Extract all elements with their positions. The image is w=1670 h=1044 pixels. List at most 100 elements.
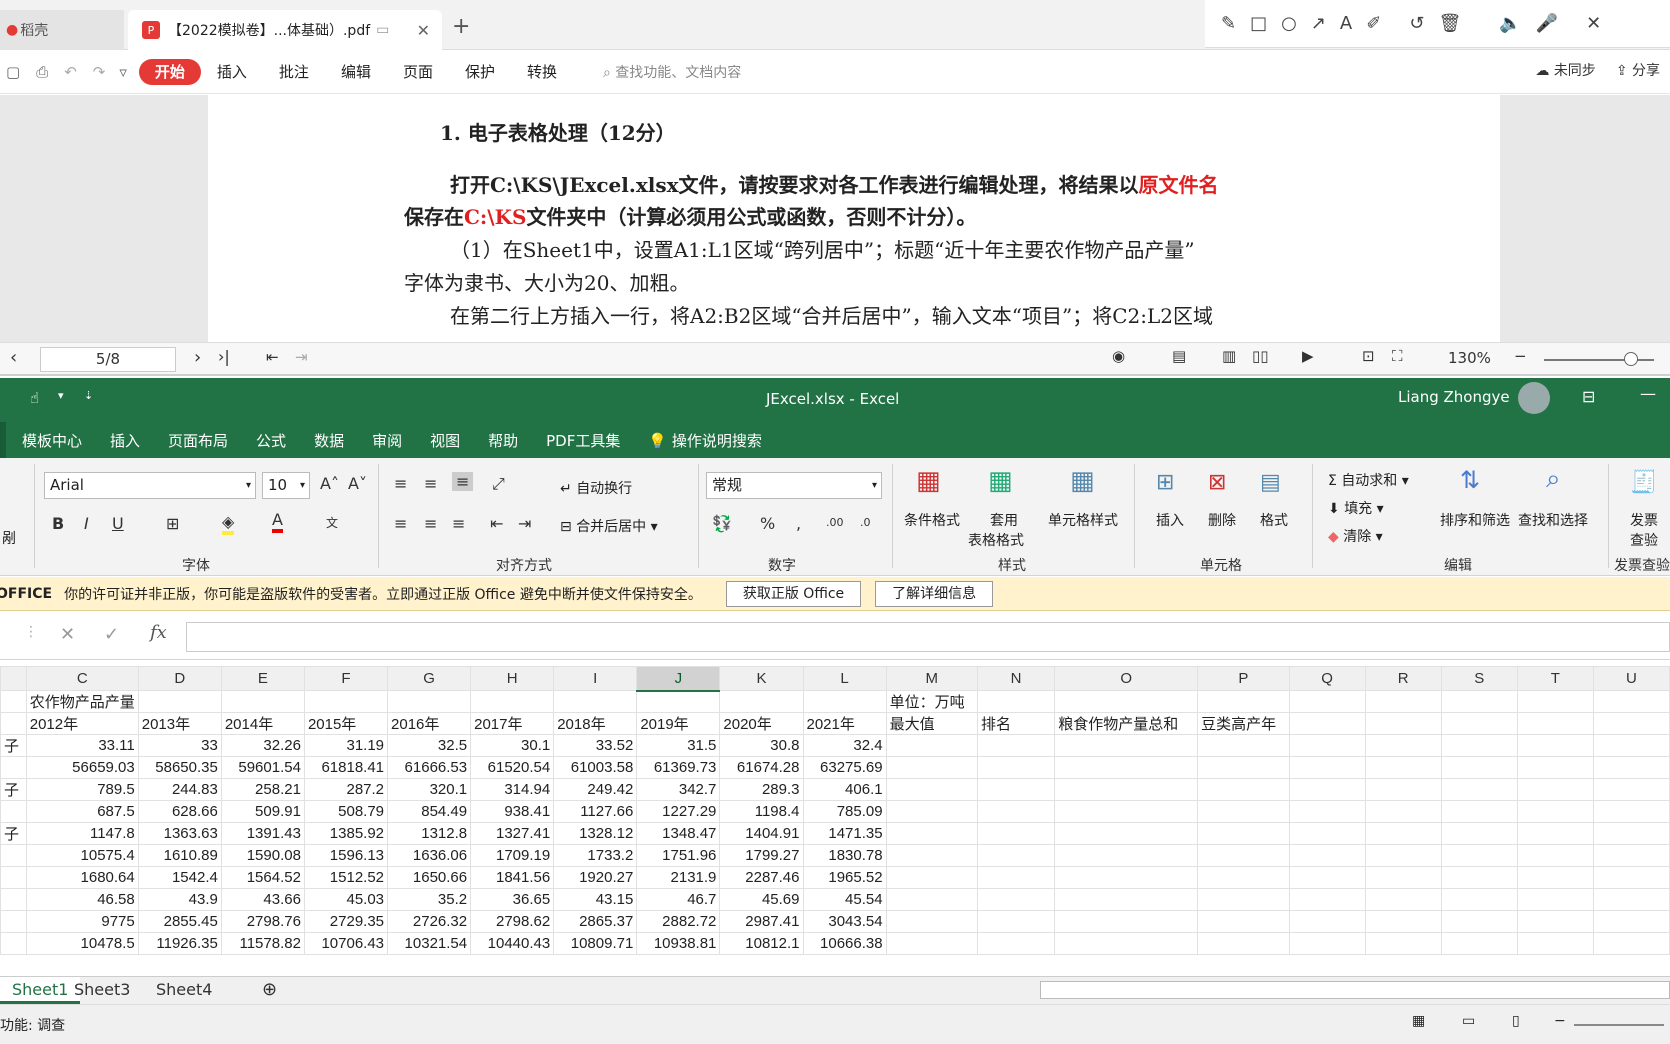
cell-P11[interactable] [1197,910,1290,933]
cell-H8[interactable]: 1709.19 [470,844,555,867]
cell-L2[interactable]: 2021年 [802,712,887,735]
cell-S1[interactable] [1440,690,1518,713]
cell-D4[interactable]: 58650.35 [137,756,222,779]
increase-indent-icon[interactable]: ⇥ [518,514,531,533]
cell-K6[interactable]: 1198.4 [719,800,804,823]
increase-decimal-icon[interactable]: .00 [826,516,844,529]
cell-T5[interactable] [1516,778,1594,801]
enter-icon[interactable]: ✓ [104,624,119,645]
arrow-icon[interactable]: ↗ [1311,13,1326,34]
cell-H6[interactable]: 938.41 [470,800,555,823]
cell-I8[interactable]: 1733.2 [553,844,638,867]
new-tab-button[interactable]: + [452,14,470,39]
cell-J5[interactable]: 342.7 [636,778,721,801]
cell-L7[interactable]: 1471.35 [802,822,887,845]
cell-R9[interactable] [1364,866,1442,889]
currency-icon[interactable]: 💱 [712,514,732,533]
cell-I7[interactable]: 1328.12 [553,822,638,845]
italic-icon[interactable]: I [84,514,89,533]
cell-C4[interactable]: 56659.03 [25,756,139,779]
row-prefix-cell[interactable] [0,800,27,823]
cell-E3[interactable]: 32.26 [220,734,305,757]
cell-I12[interactable]: 10809.71 [553,932,638,955]
last-page-icon[interactable]: ›| [218,347,230,366]
cell-D11[interactable]: 2855.45 [137,910,222,933]
cell-H1[interactable] [470,690,555,713]
cell-O1[interactable] [1054,690,1199,713]
cell-M12[interactable] [885,932,978,955]
cancel-icon[interactable]: ✕ [60,624,75,645]
cell-S6[interactable] [1440,800,1518,823]
cell-R4[interactable] [1364,756,1442,779]
cell-U12[interactable] [1592,932,1670,955]
cell-R10[interactable] [1364,888,1442,911]
tab-daoke[interactable]: ● 稻壳 [0,10,124,50]
cell-U3[interactable] [1592,734,1670,757]
cell-F12[interactable]: 10706.43 [303,932,389,955]
get-genuine-office-button[interactable]: 获取正版 Office [725,580,862,607]
row-prefix-cell[interactable]: 子 [0,822,27,845]
cell-J1[interactable] [636,690,721,713]
cell-Q10[interactable] [1288,888,1366,911]
cell-P8[interactable] [1197,844,1290,867]
cell-O6[interactable] [1054,800,1199,823]
cell-S10[interactable] [1440,888,1518,911]
cell-I9[interactable]: 1920.27 [553,866,638,889]
invoice-label-b[interactable]: 查验 [1630,530,1658,550]
cell-N7[interactable] [976,822,1056,845]
cell-U7[interactable] [1592,822,1670,845]
cell-J3[interactable]: 31.5 [636,734,721,757]
align-top-icon[interactable]: ≡ [394,474,407,493]
cell-M2[interactable]: 最大值 [885,712,978,735]
cell-E1[interactable] [220,690,305,713]
cell-M3[interactable] [885,734,978,757]
autosum-button[interactable]: Σ 自动求和 ▾ [1328,470,1409,490]
cell-C8[interactable]: 10575.4 [25,844,139,867]
undo-icon[interactable]: ↺ [1409,13,1424,34]
cell-R2[interactable] [1364,712,1442,735]
cell-H11[interactable]: 2798.62 [470,910,555,933]
align-right-icon[interactable]: ≡ [452,514,465,533]
close-tab-icon[interactable]: ✕ [417,21,430,40]
cell-T8[interactable] [1516,844,1594,867]
cell-D6[interactable]: 628.66 [137,800,222,823]
cell-D3[interactable]: 33 [137,734,222,757]
sheet-tab-sheet3[interactable]: Sheet3 [62,977,142,1004]
column-header-S[interactable]: S [1440,666,1518,691]
cell-I4[interactable]: 61003.58 [553,756,638,779]
formula-input[interactable] [186,622,1670,652]
zoom-out-icon[interactable]: − [1554,1013,1566,1029]
cell-L6[interactable]: 785.09 [802,800,887,823]
tab-page-layout[interactable]: 页面布局 [154,430,242,451]
cell-S8[interactable] [1440,844,1518,867]
cell-Q7[interactable] [1288,822,1366,845]
cell-D10[interactable]: 43.9 [137,888,222,911]
cell-P9[interactable] [1197,866,1290,889]
cell-K12[interactable]: 10812.1 [719,932,804,955]
cell-D5[interactable]: 244.83 [137,778,222,801]
cell-H2[interactable]: 2017年 [470,712,555,735]
cell-C12[interactable]: 10478.5 [25,932,139,955]
cell-C5[interactable]: 789.5 [25,778,139,801]
undo-icon[interactable]: ↶ [64,63,77,81]
cell-H3[interactable]: 30.1 [470,734,555,757]
cell-N9[interactable] [976,866,1056,889]
cell-L8[interactable]: 1830.78 [802,844,887,867]
cell-I10[interactable]: 43.15 [553,888,638,911]
cell-M8[interactable] [885,844,978,867]
cell-J4[interactable]: 61369.73 [636,756,721,779]
cell-F8[interactable]: 1596.13 [303,844,389,867]
column-header-F[interactable]: F [303,666,389,691]
cell-K4[interactable]: 61674.28 [719,756,804,779]
cell-C2[interactable]: 2012年 [25,712,139,735]
cell-T2[interactable] [1516,712,1594,735]
cell-E2[interactable]: 2014年 [220,712,305,735]
font-color-icon[interactable]: A [272,510,283,533]
zoom-slider-thumb[interactable] [1624,352,1638,366]
number-format-select[interactable]: 常规 ▾ [706,472,882,499]
align-left-icon[interactable]: ≡ [394,514,407,533]
cell-M1[interactable]: 单位：万吨 [885,690,978,713]
cell-H5[interactable]: 314.94 [470,778,555,801]
cell-T4[interactable] [1516,756,1594,779]
delete-cells-icon[interactable]: ⊠ [1208,470,1226,495]
